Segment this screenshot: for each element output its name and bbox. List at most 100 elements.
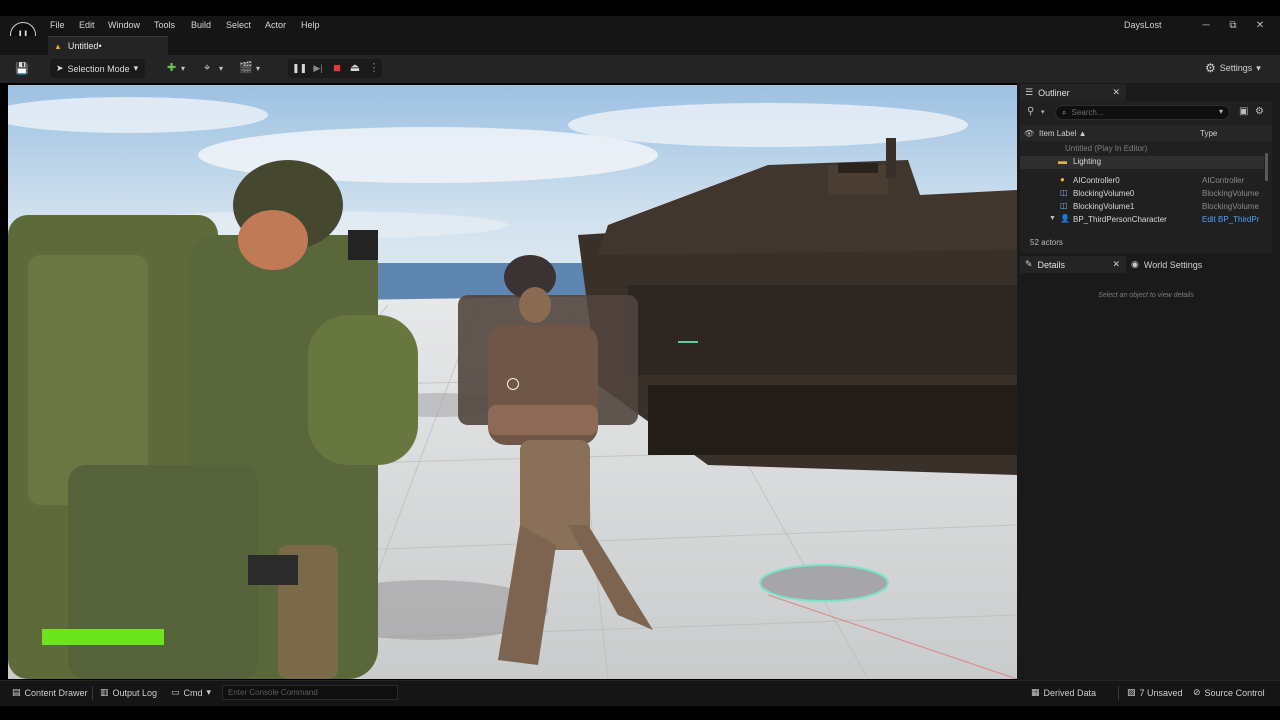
add-actor-icon[interactable]: ✚ [167, 60, 176, 77]
details-tab-label: Details [1037, 259, 1066, 270]
console-command-input[interactable]: Enter Console Command [222, 685, 398, 700]
cloud [568, 103, 968, 147]
expand-arrow-icon[interactable]: ▼ [1049, 215, 1056, 222]
content-drawer-label: Content Drawer [24, 687, 88, 698]
main-toolbar [0, 55, 1280, 83]
source-control-button[interactable]: ⊘ Source Control [1193, 687, 1265, 698]
level-tab-label: Untitled• [67, 41, 102, 51]
search-icon: ⌕ [1062, 107, 1067, 117]
maximize-button[interactable]: ⧉ [1226, 19, 1240, 33]
row-type: BlockingVolume [1202, 202, 1259, 211]
search-placeholder: Search... [1071, 108, 1104, 117]
outliner-tab-label: Outliner [1038, 87, 1070, 98]
derived-data-button[interactable]: ▦ Derived Data [1031, 687, 1096, 698]
volume-icon: ◫ [1060, 201, 1068, 210]
menu-window[interactable]: Window [108, 20, 140, 30]
stop-icon[interactable]: ■ [330, 61, 344, 75]
cinematics-icon[interactable]: 🎬 [239, 60, 253, 77]
outliner-row[interactable]: ● AIController0 AIController [1020, 175, 1264, 188]
visibility-eye-icon[interactable]: 👁 [1024, 129, 1034, 138]
menu-build[interactable]: Build [191, 20, 211, 30]
output-log-icon: ▥ [100, 687, 109, 697]
more-options-icon[interactable]: ⋮ [367, 61, 381, 75]
pencil-icon: ✎ [1025, 259, 1033, 269]
close-window-button[interactable]: ✕ [1253, 19, 1267, 33]
column-type[interactable]: Type [1200, 129, 1217, 138]
controller-icon: ● [1060, 175, 1065, 184]
document-tab-row [0, 36, 1280, 55]
row-name: AIController0 [1073, 176, 1120, 185]
actor-count: 52 actors [1030, 238, 1063, 247]
chevron-down-icon[interactable]: ▾ [181, 60, 185, 77]
world-settings-label: World Settings [1143, 259, 1203, 270]
settings-label: Settings [1219, 63, 1253, 73]
new-folder-icon[interactable]: ▣ [1239, 106, 1248, 117]
menu-tools[interactable]: Tools [154, 20, 175, 30]
row-type: BlockingVolume [1202, 189, 1259, 198]
menu-edit[interactable]: Edit [79, 20, 95, 30]
outliner-row[interactable]: ◫ BlockingVolume0 BlockingVolume [1020, 188, 1264, 201]
tab-outliner[interactable]: ☰ Outliner ✕ [1020, 84, 1126, 101]
tab-world-settings[interactable]: ◉ World Settings [1127, 256, 1237, 273]
row-name: Untitled (Play In Editor) [1065, 144, 1148, 153]
divider [92, 686, 93, 700]
close-icon[interactable]: ✕ [1112, 259, 1120, 270]
row-name: BlockingVolume0 [1073, 189, 1135, 198]
row-type: AIController [1202, 176, 1245, 185]
level-icon: ▲ [54, 41, 62, 51]
selection-mode-dropdown[interactable]: ➤ Selection Mode ▾ [50, 59, 145, 78]
blueprint-icon[interactable]: ⌖ [204, 60, 210, 77]
content-drawer-button[interactable]: ▤ Content Drawer [12, 687, 88, 698]
derived-data-icon: ▦ [1031, 687, 1040, 697]
letterbox-bottom [0, 706, 1280, 720]
cursor-icon: ➤ [56, 63, 64, 73]
chevron-down-icon[interactable]: ▾ [219, 60, 223, 77]
save-icon[interactable]: 💾 [14, 61, 30, 77]
outliner-scrollbar[interactable] [1265, 153, 1268, 181]
content-drawer-icon: ▤ [12, 687, 21, 697]
chevron-down-icon[interactable]: ▾ [256, 60, 260, 77]
outliner-row[interactable]: ▬ Lighting [1020, 156, 1264, 169]
outliner-row[interactable]: ◫ BlockingVolume1 BlockingVolume [1020, 201, 1264, 214]
terminal-icon: ▭ [171, 687, 180, 697]
menu-file[interactable]: File [50, 20, 65, 30]
row-name: BP_ThirdPersonCharacter [1073, 215, 1167, 224]
level-tab[interactable]: ▲ Untitled• [48, 36, 168, 55]
unsaved-label: 7 Unsaved [1139, 687, 1183, 698]
folder-icon: ▬ [1058, 156, 1067, 166]
settings-button[interactable]: ⚙ Settings ▾ [1205, 61, 1261, 75]
crosshair [507, 378, 519, 390]
health-bar [42, 629, 164, 645]
chevron-down-icon: ▾ [1256, 62, 1261, 73]
output-log-button[interactable]: ▥ Output Log [100, 687, 157, 698]
eject-icon[interactable]: ⏏ [348, 61, 362, 75]
outliner-row[interactable]: Untitled (Play In Editor) [1020, 143, 1264, 156]
chevron-down-icon[interactable]: ▾ [1219, 107, 1223, 116]
close-icon[interactable]: ✕ [1112, 87, 1120, 98]
chevron-down-icon: ▾ [206, 687, 212, 697]
frame-skip-icon[interactable]: ▶| [311, 61, 325, 75]
details-empty-hint: Select an object to view details [1098, 292, 1194, 299]
column-item-label[interactable]: Item Label ▲ [1039, 129, 1087, 138]
outliner-row[interactable]: ▼ 👤 BP_ThirdPersonCharacter Edit BP_Thir… [1020, 214, 1264, 227]
filter-icon[interactable]: ⚲ [1027, 106, 1034, 117]
cmd-dropdown[interactable]: ▭ Cmd ▾ [171, 687, 211, 698]
chevron-down-icon[interactable]: ▾ [1041, 108, 1045, 116]
outliner-icon: ☰ [1025, 87, 1034, 97]
source-control-icon: ⊘ [1193, 687, 1201, 697]
derived-data-label: Derived Data [1043, 687, 1097, 698]
pause-icon[interactable]: ❚❚ [292, 61, 307, 75]
tab-details[interactable]: ✎ Details ✕ [1020, 256, 1126, 273]
gear-icon[interactable]: ⚙ [1255, 106, 1264, 117]
letterbox-top [0, 0, 1280, 16]
unsaved-button[interactable]: ▨ 7 Unsaved [1127, 687, 1183, 698]
edit-blueprint-link[interactable]: Edit BP_ThirdPr [1202, 215, 1259, 224]
menu-help[interactable]: Help [301, 20, 320, 30]
menu-select[interactable]: Select [226, 20, 251, 30]
chevron-down-icon: ▾ [133, 63, 139, 73]
minimize-button[interactable]: ─ [1199, 19, 1213, 33]
spawn-pad [759, 564, 889, 602]
project-name: DaysLost [1124, 20, 1162, 30]
outliner-search-input[interactable]: ⌕ Search... [1055, 105, 1230, 120]
menu-actor[interactable]: Actor [265, 20, 286, 30]
